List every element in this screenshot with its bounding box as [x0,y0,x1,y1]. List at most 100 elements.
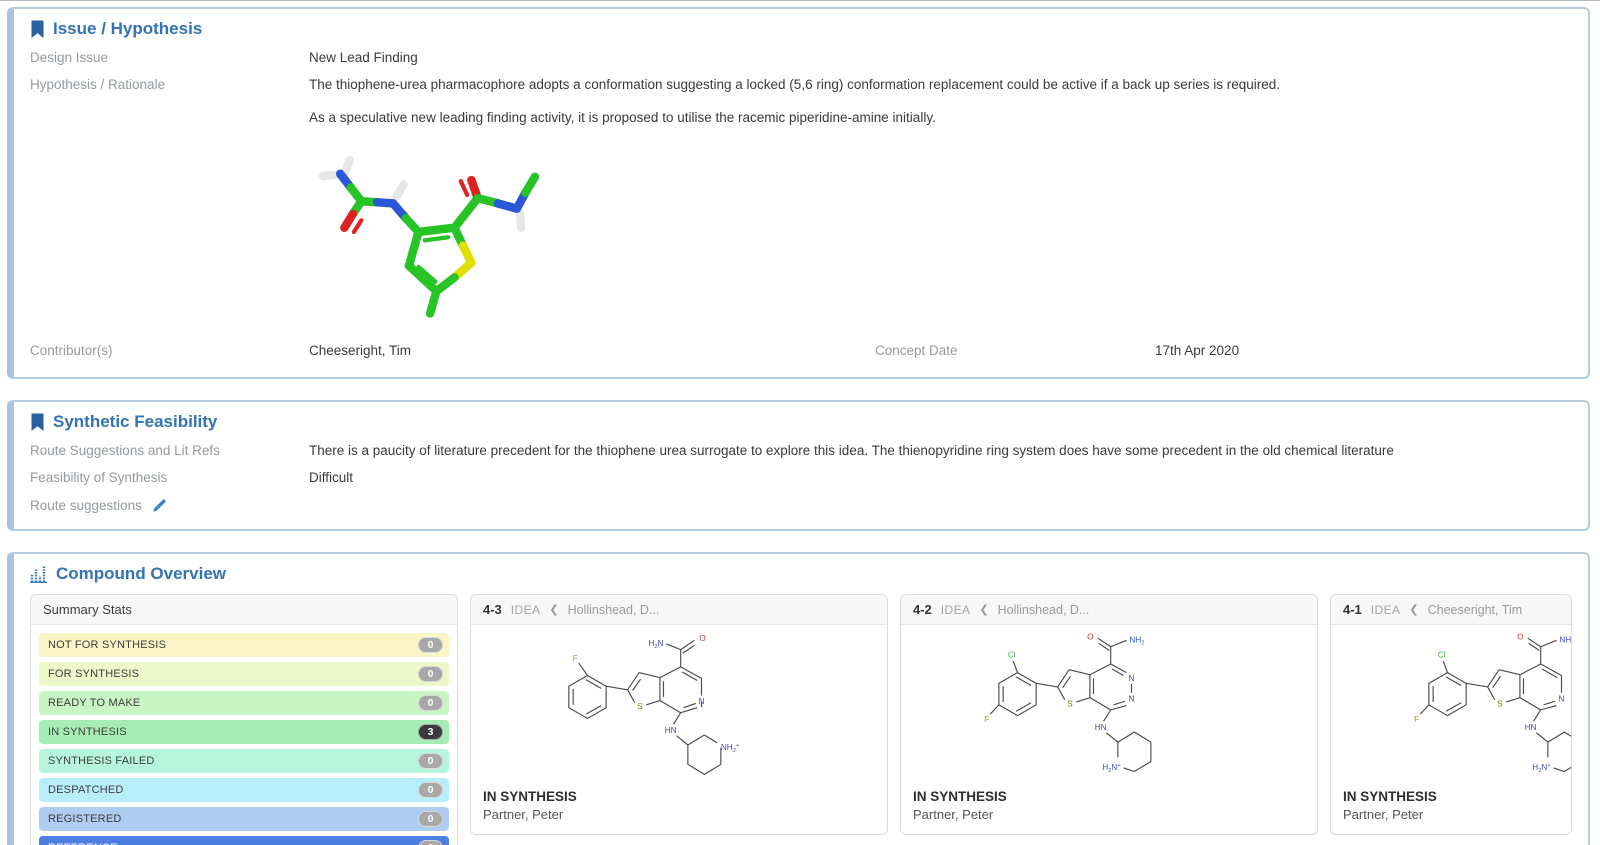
status-row[interactable]: SYNTHESIS FAILED 0 [39,749,449,774]
status-row-label: REGISTERED [48,813,122,826]
compound-card-footer: IN SYNTHESIS Partner, Peter [901,783,1317,834]
svg-text:H2N: H2N [648,639,663,650]
compound-card-header: 4-2 IDEA ❮ Hollinshead, D... [901,595,1317,626]
compound-card[interactable]: 4-3 IDEA ❮ Hollinshead, D... F S N O H2N… [470,594,888,836]
compound-id: 4-2 [913,602,932,618]
svg-text:F: F [1414,715,1419,724]
svg-text:NH2: NH2 [1129,636,1144,647]
status-count-badge: 0 [418,811,443,828]
status-row[interactable]: REGISTERED 0 [39,807,449,832]
compound-structure-image: F S N O H2N HN NH2+ [471,625,887,783]
compound-status: IN SYNTHESIS [483,789,577,805]
compound-type-label: IDEA [940,602,971,617]
design-issue-label: Design Issue [30,50,109,65]
svg-text:HN: HN [1525,723,1537,732]
status-count-badge: 0 [418,753,443,770]
status-row[interactable]: IN SYNTHESIS 3 [39,720,449,745]
edit-pencil-icon [153,499,166,513]
svg-text:O: O [699,634,706,643]
compound-overview-title: Compound Overview [30,564,1572,584]
status-count-badge: 0 [418,840,443,845]
compound-card[interactable]: 4-1 IDEA ❮ Cheeseright, Tim Cl F S N O N… [1330,594,1572,836]
compound-structure-image: Cl F S N N O NH2 HN H2N+ [901,625,1317,783]
status-row-label: DESPATCHED [48,784,124,797]
panel-title-text: Compound Overview [56,564,227,584]
route-suggestions-label: Route suggestions [30,498,142,514]
chevron-left-icon: ❮ [549,604,559,617]
status-row[interactable]: DESPATCHED 0 [39,778,449,803]
status-row[interactable]: READY TO MAKE 0 [39,691,449,716]
status-row[interactable]: NOT FOR SYNTHESIS 0 [39,633,449,658]
compound-card-header: 4-1 IDEA ❮ Cheeseright, Tim [1331,595,1571,626]
concept-date-value: 17th Apr 2020 [1155,342,1240,358]
issue-hypothesis-panel: Issue / Hypothesis Design Issue New Lead… [7,7,1590,379]
status-row-label: NOT FOR SYNTHESIS [48,639,167,652]
svg-text:Cl: Cl [1438,651,1446,660]
summary-stats-rows: NOT FOR SYNTHESIS 0 FOR SYNTHESIS 0 READY TO… [31,625,457,845]
status-count-badge: 0 [418,666,443,683]
compound-author: Cheeseright, Tim [1427,602,1523,617]
hypothesis-3d-molecule-image [309,142,547,324]
hypothesis-paragraph-2: As a speculative new leading finding act… [309,110,936,126]
svg-text:HN: HN [665,726,677,735]
concept-date-label: Concept Date [875,342,958,358]
compound-partner: Partner, Peter [483,807,564,823]
edit-route-suggestions-button[interactable] [152,498,167,513]
svg-text:S: S [637,703,643,712]
hypothesis-value: The thiophene-urea pharmacophore adopts … [309,76,1572,127]
feasibility-label: Feasibility of Synthesis [30,470,168,486]
svg-text:N: N [699,698,705,707]
bookmark-icon [31,413,44,431]
svg-text:N: N [1129,675,1135,684]
summary-stats-header: Summary Stats [31,595,457,626]
svg-text:NH2+: NH2+ [721,743,740,754]
compound-card-header: 4-3 IDEA ❮ Hollinshead, D... [471,595,887,626]
compound-id: 4-3 [483,602,502,618]
panel-title-text: Synthetic Feasibility [53,412,218,431]
status-row-label: SYNTHESIS FAILED [48,755,155,768]
compound-overview-panel: Compound Overview Summary Stats NOT FOR … [7,552,1590,845]
compound-author: Hollinshead, D... [997,602,1090,617]
compound-partner: Partner, Peter [1343,807,1424,823]
svg-text:H2N+: H2N+ [1532,764,1551,775]
synthetic-feasibility-panel: Synthetic Feasibility Route Suggestions … [7,400,1590,532]
status-row[interactable]: FOR SYNTHESIS 0 [39,662,449,687]
svg-text:S: S [1067,700,1073,709]
compound-type-label: IDEA [510,602,541,617]
svg-text:O: O [1517,633,1524,642]
status-count-badge: 3 [418,724,443,741]
route-refs-value: There is a paucity of literature precede… [309,443,1394,458]
feasibility-value: Difficult [309,470,354,486]
compound-type-label: IDEA [1370,602,1401,617]
status-row-label: READY TO MAKE [48,697,141,710]
hypothesis-paragraph-1: The thiophene-urea pharmacophore adopts … [309,77,1281,93]
compound-card-footer: IN SYNTHESIS Partner, Peter [471,783,887,834]
svg-text:N: N [1129,695,1135,704]
compound-cards-row: 4-3 IDEA ❮ Hollinshead, D... F S N O H2N… [470,594,1572,836]
svg-text:F: F [984,715,989,724]
status-count-badge: 0 [418,782,443,799]
svg-text:N: N [1559,695,1565,704]
svg-text:F: F [573,655,578,664]
histogram-icon [30,566,47,584]
route-refs-label: Route Suggestions and Lit Refs [30,443,220,458]
compound-partner: Partner, Peter [913,807,994,823]
chevron-left-icon: ❮ [1409,604,1419,617]
status-row-label: FOR SYNTHESIS [48,668,140,681]
design-issue-value: New Lead Finding [309,50,418,65]
compound-card-footer: IN SYNTHESIS Partner, Peter [1331,783,1571,834]
compound-id: 4-1 [1343,602,1362,618]
bookmark-icon [31,20,44,38]
chevron-left-icon: ❮ [979,604,989,617]
compound-card[interactable]: 4-2 IDEA ❮ Hollinshead, D... Cl F S N N … [900,594,1318,836]
issue-hypothesis-title: Issue / Hypothesis [30,19,1572,39]
panel-title-text: Issue / Hypothesis [53,19,203,38]
contributors-value: Cheeseright, Tim [309,342,412,358]
status-row[interactable]: REFERENCE0 [39,836,449,845]
svg-text:HN: HN [1095,723,1107,732]
status-count-badge: 0 [418,695,443,712]
svg-text:O: O [1087,633,1094,642]
svg-text:NH2: NH2 [1559,636,1572,647]
hypothesis-label: Hypothesis / Rationale [30,77,166,93]
compound-author: Hollinshead, D... [567,602,660,617]
